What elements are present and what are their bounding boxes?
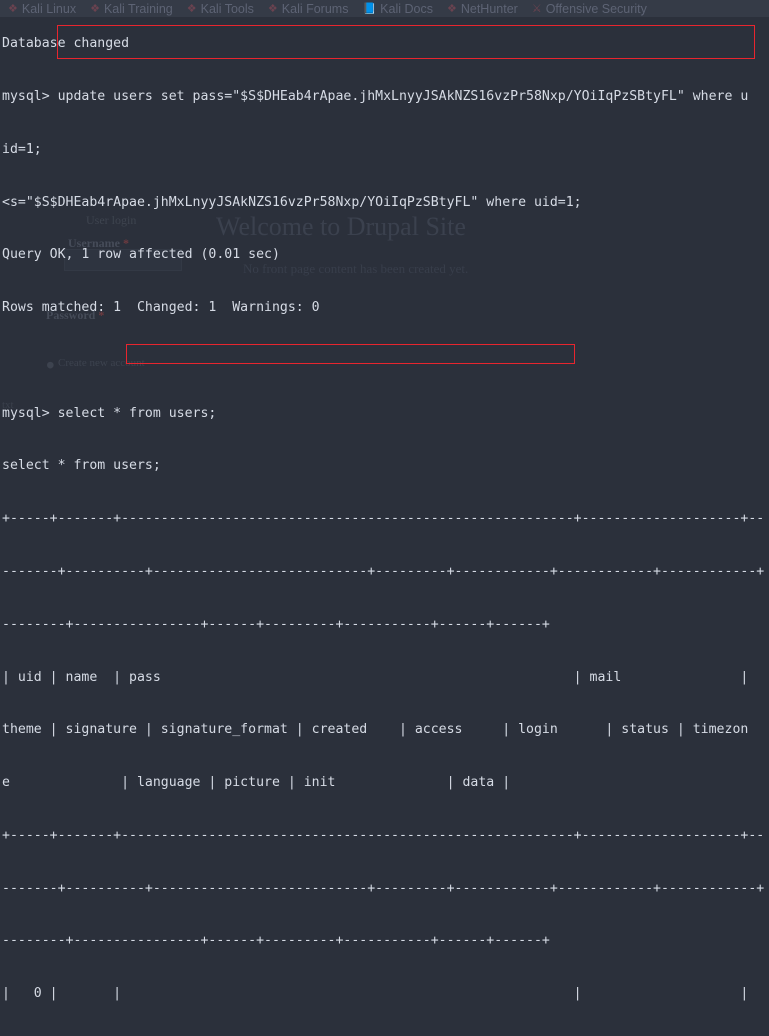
terminal-line: Database changed — [2, 36, 130, 52]
terminal-line: Rows matched: 1 Changed: 1 Warnings: 0 — [2, 300, 320, 316]
terminal-line: --------+----------------+------+-------… — [2, 933, 550, 949]
terminal-line: | 0 | | | | — [2, 986, 757, 1002]
terminal-line: -------+----------+---------------------… — [2, 880, 765, 896]
terminal-line: mysql> update users set pass="$S$DHEab4r… — [2, 88, 749, 104]
terminal-line: id=1; — [2, 141, 42, 157]
terminal-line: e | language | picture | init | data | — [2, 775, 511, 791]
terminal-line: | uid | name | pass | mail | — [2, 669, 757, 685]
terminal-line: +-----+-------+-------------------------… — [2, 827, 765, 843]
terminal-line: -------+----------+---------------------… — [2, 564, 765, 579]
terminal-line: mysql> select * from users; — [2, 405, 217, 421]
terminal-line: theme | signature | signature_format | c… — [2, 722, 749, 738]
terminal-line: <s="$S$DHEab4rApae.jhMxLnyyJSAkNZS16vzPr… — [2, 194, 582, 210]
terminal-line: select * from users; — [2, 458, 161, 474]
terminal-output[interactable]: Database changed mysql> update users set… — [0, 0, 769, 1001]
terminal-line: --------+----------------+------+-------… — [2, 616, 550, 632]
terminal-line: Query OK, 1 row affected (0.01 sec) — [2, 247, 280, 263]
terminal-line: +-----+-------+-------------------------… — [2, 511, 765, 527]
